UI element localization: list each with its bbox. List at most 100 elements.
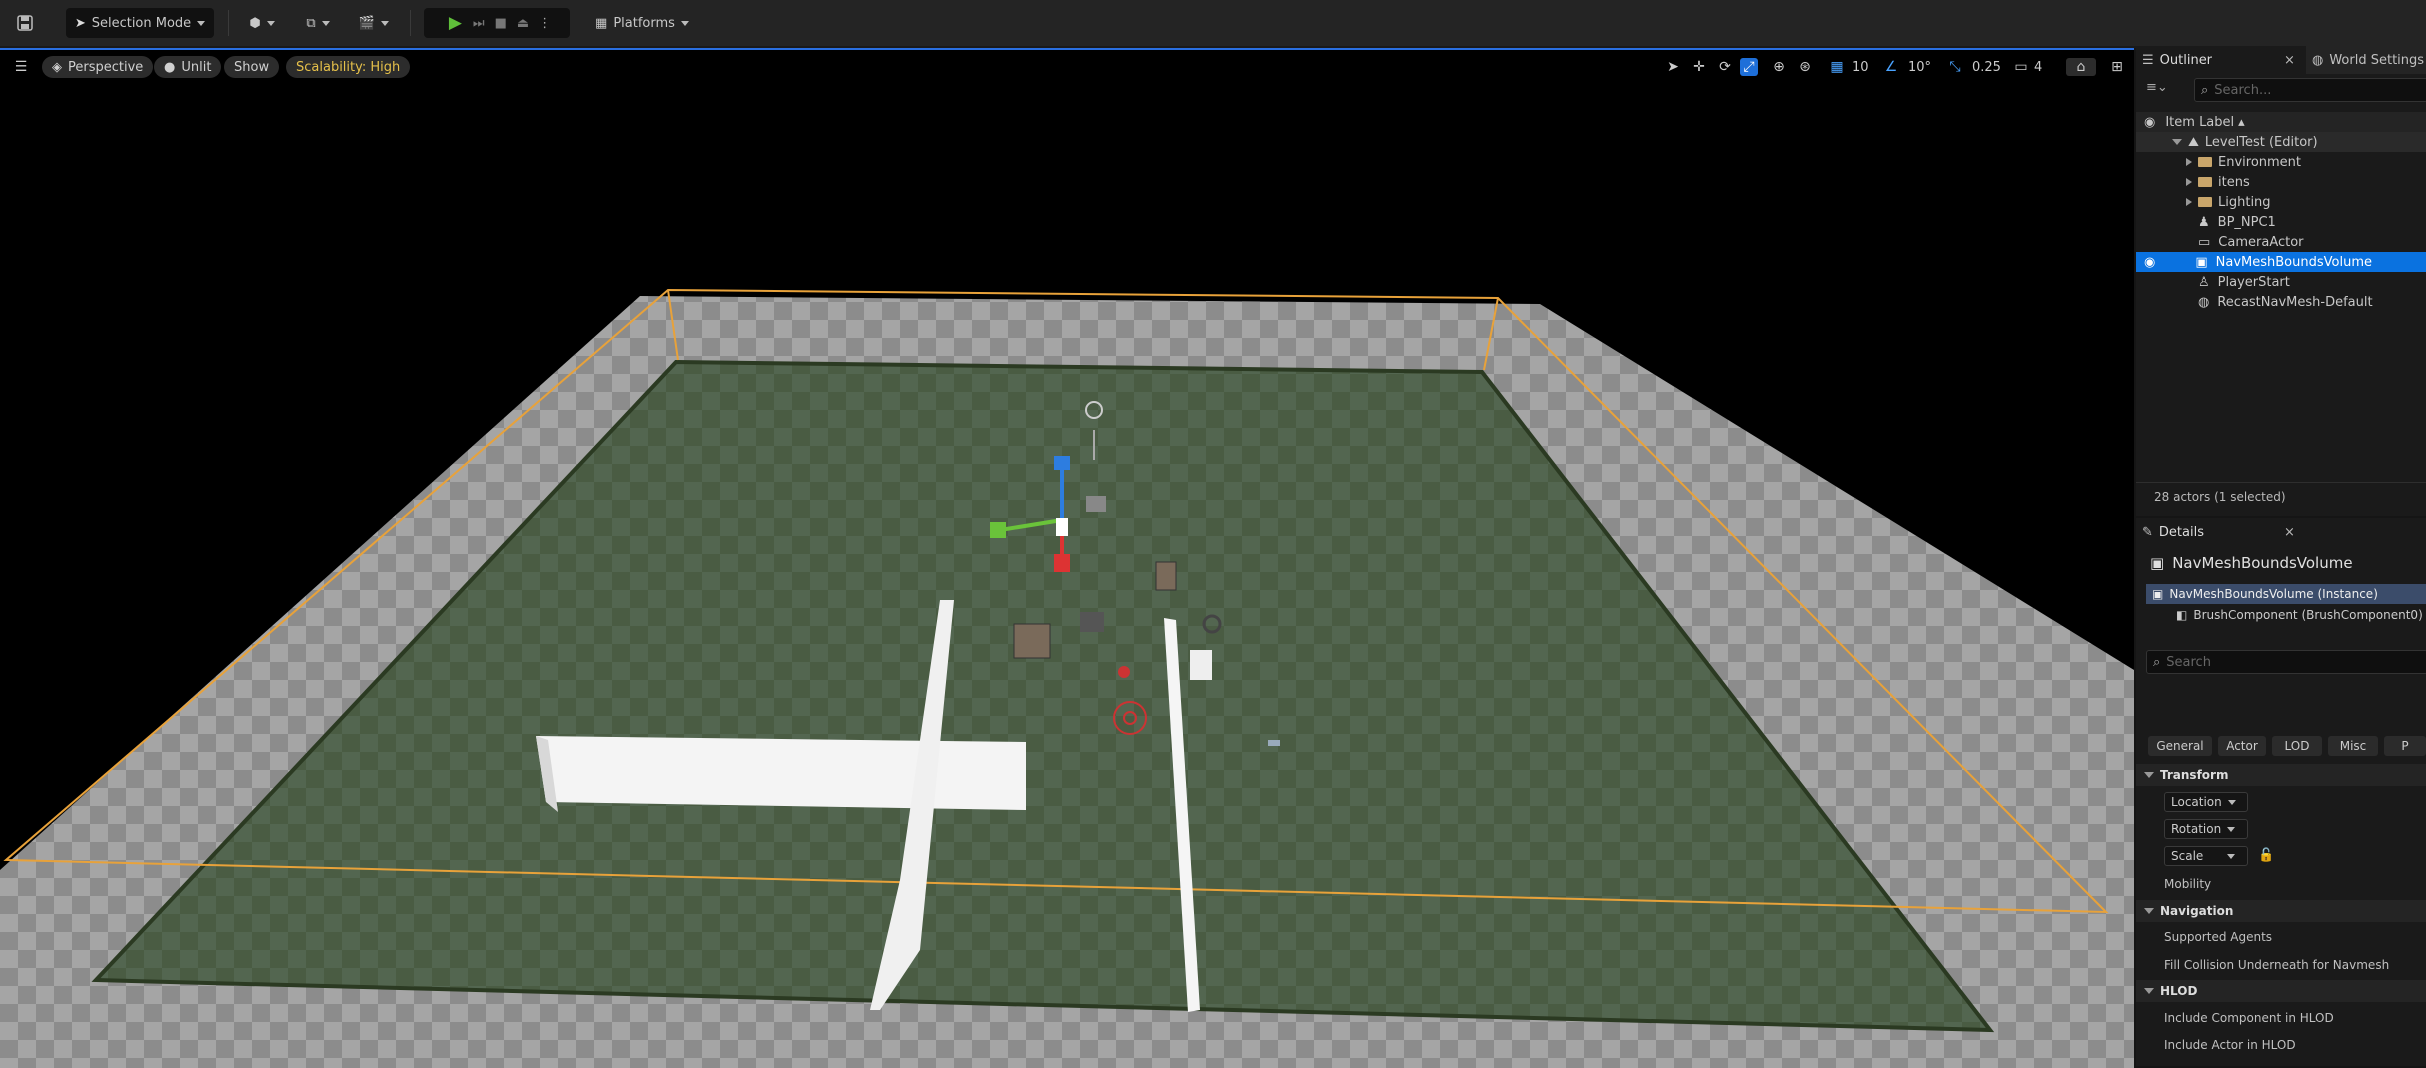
camera-speed-value[interactable]: 4 bbox=[2034, 56, 2042, 78]
selection-mode-dropdown[interactable]: ➤ Selection Mode bbox=[66, 8, 214, 38]
details-search-input[interactable]: ⌕ Search bbox=[2146, 650, 2426, 674]
camera-speed-icon[interactable]: ▭ bbox=[2012, 58, 2030, 76]
location-label: Location bbox=[2171, 795, 2222, 809]
section-label: HLOD bbox=[2160, 984, 2198, 998]
rotation-snap-value[interactable]: 10° bbox=[1908, 56, 1931, 78]
unlit-label: Unlit bbox=[181, 59, 212, 75]
actor-icon: ◍ bbox=[2198, 294, 2210, 310]
eye-icon[interactable]: ◉ bbox=[2144, 115, 2155, 130]
tab-outliner[interactable]: ☰ Outliner × bbox=[2142, 46, 2295, 74]
camera-icon: ▭ bbox=[2198, 234, 2211, 250]
component-row[interactable]: ◧ BrushComponent (BrushComponent0) bbox=[2176, 608, 2423, 622]
column-header[interactable]: ◉ Item Label ▴ bbox=[2136, 112, 2426, 132]
select-tool-icon[interactable]: ➤ bbox=[1664, 58, 1682, 76]
rotation-dropdown[interactable]: Rotation bbox=[2164, 819, 2248, 839]
blueprint-icon: ⧉ bbox=[306, 15, 316, 31]
filter-general[interactable]: General bbox=[2148, 736, 2212, 756]
outliner-search-input[interactable]: ⌕ Search... bbox=[2194, 78, 2426, 102]
filter-physics[interactable]: P bbox=[2384, 736, 2426, 756]
filter-lod[interactable]: LOD bbox=[2272, 736, 2322, 756]
section-label: Navigation bbox=[2160, 904, 2234, 918]
chevron-down-icon bbox=[321, 20, 330, 26]
tree-row-bp-npc1[interactable]: ♟ BP_NPC1 bbox=[2136, 212, 2426, 232]
tab-world-settings[interactable]: ◍ World Settings bbox=[2306, 46, 2426, 74]
lock-icon[interactable]: 🔓 bbox=[2258, 848, 2274, 863]
show-button[interactable]: Show bbox=[224, 56, 280, 78]
more-options-icon[interactable]: ⋮ bbox=[538, 16, 551, 31]
section-navigation[interactable]: Navigation bbox=[2136, 900, 2426, 922]
world-space-icon[interactable]: ⊕ bbox=[1770, 58, 1788, 76]
scale-snap-value[interactable]: 0.25 bbox=[1972, 56, 2001, 78]
search-placeholder: Search bbox=[2166, 654, 2211, 670]
add-actor-button[interactable]: ⬢ bbox=[242, 8, 282, 38]
expand-icon[interactable] bbox=[2172, 139, 2182, 145]
section-transform[interactable]: Transform bbox=[2136, 764, 2426, 786]
section-label: Transform bbox=[2160, 768, 2229, 782]
close-icon[interactable]: × bbox=[2284, 525, 2295, 540]
rotate-tool-icon[interactable]: ⟳ bbox=[1716, 58, 1734, 76]
tree-row-camera-actor[interactable]: ▭ CameraActor bbox=[2136, 232, 2426, 252]
cinematics-button[interactable]: 🎬 bbox=[354, 8, 394, 38]
show-label: Show bbox=[234, 59, 270, 75]
scale-dropdown[interactable]: Scale bbox=[2164, 846, 2248, 866]
platforms-icon: ▦ bbox=[595, 15, 608, 31]
platforms-label: Platforms bbox=[613, 15, 675, 31]
grid-snap-value[interactable]: 10 bbox=[1852, 56, 1869, 78]
tree-row-root[interactable]: ⛰ LevelTest (Editor) bbox=[2136, 132, 2426, 152]
tree-row-recast-navmesh[interactable]: ◍ RecastNavMesh-Default bbox=[2136, 292, 2426, 312]
section-hlod[interactable]: HLOD bbox=[2136, 980, 2426, 1002]
tab-details[interactable]: ✎ Details × bbox=[2142, 518, 2295, 546]
grid-snap-icon[interactable]: ▦ bbox=[1828, 58, 1846, 76]
tree-label: PlayerStart bbox=[2217, 274, 2290, 290]
component-label: BrushComponent (BrushComponent0) bbox=[2193, 608, 2423, 622]
scalability-label: Scalability: High bbox=[296, 59, 401, 75]
tree-label: NavMeshBoundsVolume bbox=[2215, 254, 2372, 270]
chevron-down-icon bbox=[680, 20, 689, 26]
surface-snap-icon[interactable]: ⊛ bbox=[1796, 58, 1814, 76]
selection-mode-label: Selection Mode bbox=[91, 15, 192, 31]
level-viewport[interactable]: ☰ ◈ Perspective ● Unlit Show Scalability… bbox=[0, 48, 2134, 1068]
tree-row-lighting[interactable]: Lighting bbox=[2136, 192, 2426, 212]
perspective-button[interactable]: ◈ Perspective bbox=[42, 56, 154, 78]
rotation-snap-icon[interactable]: ∠ bbox=[1882, 58, 1900, 76]
tree-row-itens[interactable]: itens bbox=[2136, 172, 2426, 192]
save-icon[interactable] bbox=[12, 8, 38, 38]
folder-icon bbox=[2198, 157, 2212, 167]
platforms-dropdown[interactable]: ▦ Platforms bbox=[592, 8, 692, 38]
stop-icon[interactable]: ■ bbox=[495, 16, 507, 31]
folder-icon bbox=[2198, 177, 2212, 187]
scalability-badge[interactable]: Scalability: High bbox=[286, 56, 411, 78]
play-icon[interactable]: ▶ bbox=[449, 13, 462, 33]
close-icon[interactable]: × bbox=[2284, 53, 2295, 68]
tree-row-player-start[interactable]: ♙ PlayerStart bbox=[2136, 272, 2426, 292]
filter-actor[interactable]: Actor bbox=[2218, 736, 2266, 756]
separator bbox=[410, 10, 411, 36]
include-component-hlod-label: Include Component in HLOD bbox=[2164, 1011, 2334, 1025]
maximize-viewport-icon[interactable]: ⌂ bbox=[2066, 58, 2096, 76]
tree-label: LevelTest (Editor) bbox=[2204, 134, 2318, 150]
view-mode-button[interactable]: ● Unlit bbox=[154, 56, 222, 78]
scale-tool-icon[interactable]: ⤢ bbox=[1740, 58, 1758, 76]
instance-row[interactable]: ▣ NavMeshBoundsVolume (Instance) bbox=[2146, 584, 2426, 604]
expand-icon[interactable] bbox=[2186, 158, 2192, 166]
scale-snap-icon[interactable]: ⤡ bbox=[1946, 58, 1964, 76]
pencil-icon: ✎ bbox=[2142, 524, 2153, 540]
layout-icon[interactable]: ⊞ bbox=[2108, 58, 2126, 76]
eye-icon[interactable]: ◉ bbox=[2144, 255, 2155, 270]
tree-row-navmesh-bounds-volume[interactable]: ◉ ▣ NavMeshBoundsVolume bbox=[2136, 252, 2426, 272]
expand-icon[interactable] bbox=[2186, 178, 2192, 186]
blueprint-button[interactable]: ⧉ bbox=[296, 8, 340, 38]
actor-name-header: ▣ NavMeshBoundsVolume bbox=[2150, 554, 2353, 572]
location-dropdown[interactable]: Location bbox=[2164, 792, 2248, 812]
volume-icon: ▣ bbox=[2195, 254, 2208, 270]
step-icon[interactable]: ⏭ bbox=[473, 16, 485, 31]
translate-tool-icon[interactable]: ✛ bbox=[1690, 58, 1708, 76]
filter-misc[interactable]: Misc bbox=[2328, 736, 2378, 756]
volume-icon: ▣ bbox=[2150, 554, 2165, 572]
expand-icon[interactable] bbox=[2186, 198, 2192, 206]
filter-icon[interactable]: ≡⌄ bbox=[2146, 80, 2168, 95]
eject-icon[interactable]: ⏏ bbox=[517, 16, 529, 31]
hamburger-menu-icon[interactable]: ☰ bbox=[12, 58, 30, 76]
tree-row-environment[interactable]: Environment bbox=[2136, 152, 2426, 172]
tree-label: RecastNavMesh-Default bbox=[2217, 294, 2373, 310]
